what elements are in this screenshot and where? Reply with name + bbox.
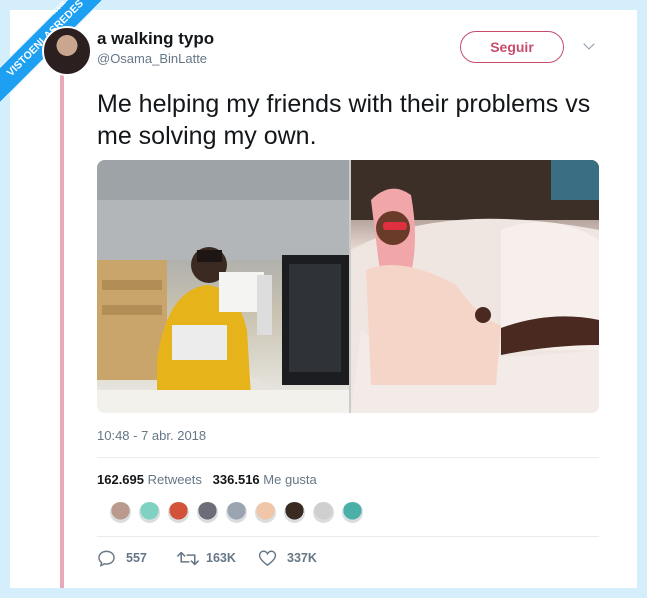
- liker-avatar[interactable]: [341, 501, 364, 524]
- retweet-count: 163K: [206, 551, 236, 565]
- liker-avatar[interactable]: [225, 501, 248, 524]
- follow-button[interactable]: Seguir: [460, 31, 564, 63]
- likes-count[interactable]: 336.516: [213, 472, 260, 487]
- retweets-label[interactable]: Retweets: [148, 472, 202, 487]
- thread-line: [60, 75, 64, 588]
- divider: [97, 457, 599, 458]
- reply-count: 557: [126, 551, 147, 565]
- reply-icon: [98, 550, 115, 567]
- timestamp[interactable]: 10:48 - 7 abr. 2018: [97, 428, 206, 443]
- liker-avatar[interactable]: [167, 501, 190, 524]
- tweet-media[interactable]: [97, 160, 599, 413]
- couch-photo: [351, 160, 599, 413]
- lab-photo: [97, 160, 349, 413]
- divider: [97, 536, 599, 537]
- action-bar: 557 163K 337K: [97, 548, 397, 570]
- avatar[interactable]: [42, 26, 92, 76]
- engagement-stats: 162.695 Retweets 336.516 Me gusta: [97, 472, 317, 487]
- retweets-count[interactable]: 162.695: [97, 472, 144, 487]
- like-count: 337K: [287, 551, 317, 565]
- liker-avatar[interactable]: [109, 501, 132, 524]
- liker-avatar[interactable]: [312, 501, 335, 524]
- author-handle[interactable]: @Osama_BinLatte: [97, 51, 207, 66]
- likes-label[interactable]: Me gusta: [263, 472, 316, 487]
- author-name[interactable]: a walking typo: [97, 29, 214, 49]
- media-image-right[interactable]: [351, 160, 599, 413]
- liker-avatar[interactable]: [254, 501, 277, 524]
- media-image-left[interactable]: [97, 160, 349, 413]
- liker-avatar[interactable]: [196, 501, 219, 524]
- retweet-icon: [177, 551, 199, 566]
- tweet-text: Me helping my friends with their problem…: [97, 90, 591, 150]
- heart-icon: [258, 550, 277, 567]
- liker-avatar[interactable]: [138, 501, 161, 524]
- liker-avatar[interactable]: [283, 501, 306, 524]
